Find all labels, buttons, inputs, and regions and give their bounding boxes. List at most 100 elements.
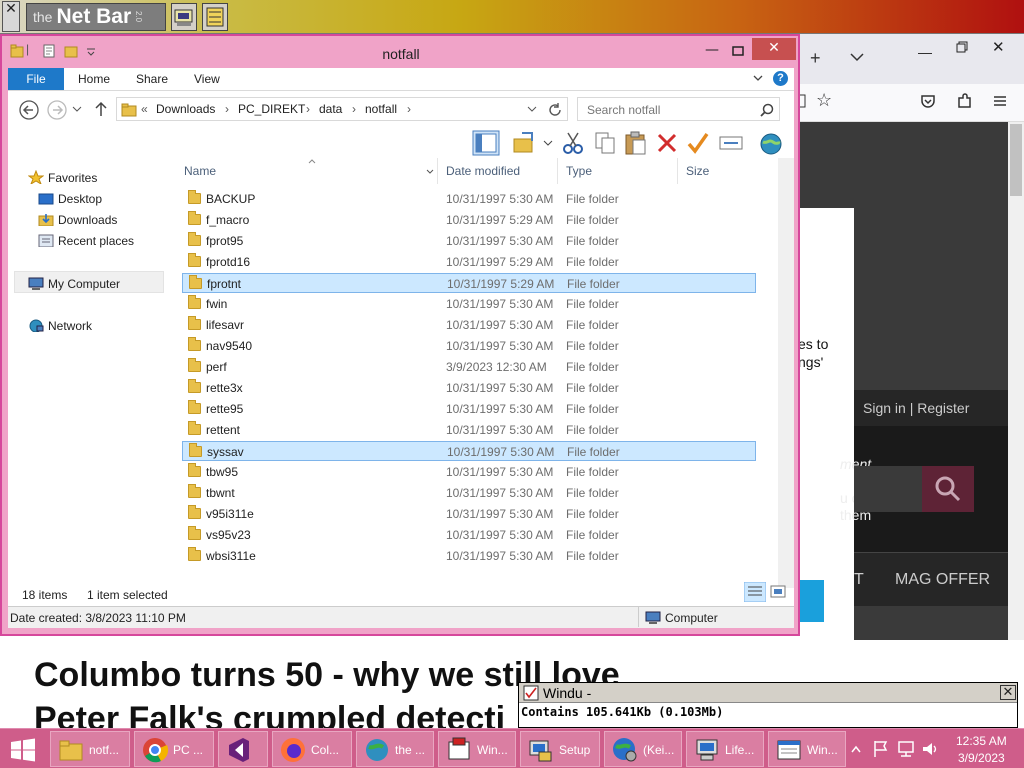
file-row[interactable]: rette95 10/31/1997 5:30 AM File folder [182, 399, 756, 419]
tab-view[interactable]: View [194, 68, 220, 90]
delete-icon[interactable] [656, 132, 678, 154]
chevron-down-icon[interactable] [850, 52, 864, 62]
properties-icon[interactable] [42, 44, 56, 58]
address-bar[interactable]: « Downloads › PC_DIREKT › data › notfall… [116, 97, 568, 121]
start-button[interactable] [6, 735, 40, 763]
menu-icon[interactable] [992, 93, 1008, 109]
windu-titlebar[interactable]: Windu - ✕ [519, 683, 1017, 703]
copy-icon[interactable] [594, 131, 616, 155]
tab-share[interactable]: Share [136, 68, 168, 90]
up-arrow-icon[interactable] [94, 101, 108, 117]
breadcrumb-pc-direkt[interactable]: PC_DIREKT [238, 102, 305, 116]
column-type[interactable]: Type [558, 158, 678, 184]
browser-scrollbar-thumb[interactable] [1010, 124, 1022, 196]
file-row[interactable]: syssav 10/31/1997 5:30 AM File folder [182, 441, 756, 461]
netbar-app-button-1[interactable] [171, 3, 197, 31]
windu-close-button[interactable]: ✕ [1000, 685, 1016, 700]
back-icon[interactable] [18, 99, 40, 121]
breadcrumb-data[interactable]: data [319, 102, 342, 116]
file-row[interactable]: fwin 10/31/1997 5:30 AM File folder [182, 294, 756, 314]
search-icon[interactable] [760, 103, 774, 117]
column-date-modified[interactable]: Date modified [438, 158, 558, 184]
recent-locations-icon[interactable] [72, 106, 82, 114]
breadcrumb-overflow[interactable]: « [141, 102, 148, 116]
search-input[interactable]: Search notfall [587, 103, 660, 117]
netbar-app-button-2[interactable] [202, 3, 228, 31]
move-dropdown-icon[interactable] [543, 140, 553, 146]
file-row[interactable]: lifesavr 10/31/1997 5:30 AM File folder [182, 315, 756, 335]
file-row[interactable]: rette3x 10/31/1997 5:30 AM File folder [182, 378, 756, 398]
new-tab-icon[interactable]: + [810, 48, 821, 69]
checkmark-icon[interactable] [686, 131, 710, 155]
browser-minimize-icon[interactable]: — [918, 44, 932, 60]
file-row[interactable]: fprot95 10/31/1997 5:30 AM File folder [182, 231, 756, 251]
browser-scrollbar[interactable] [1008, 122, 1024, 682]
qat-dropdown-icon[interactable] [86, 48, 96, 56]
refresh-icon[interactable] [547, 102, 563, 118]
file-row[interactable]: rettent 10/31/1997 5:30 AM File folder [182, 420, 756, 440]
maximize-icon[interactable] [732, 46, 744, 56]
taskbar-button[interactable]: PC ... [134, 731, 214, 767]
cut-icon[interactable] [562, 131, 584, 155]
file-row[interactable]: nav9540 10/31/1997 5:30 AM File folder [182, 336, 756, 356]
action-center-flag-icon[interactable] [873, 740, 889, 758]
ribbon-expand-icon[interactable] [753, 75, 763, 83]
taskbar-button[interactable]: Life... [686, 731, 764, 767]
rename-icon[interactable] [718, 132, 744, 154]
minimize-button[interactable]: — [698, 40, 726, 62]
pocket-icon[interactable] [920, 93, 936, 109]
paste-icon[interactable] [624, 131, 648, 155]
column-size[interactable]: Size [678, 158, 762, 184]
nav-link-mag-offer[interactable]: MAG OFFER [895, 571, 990, 589]
clock-date[interactable]: 3/9/2023 [958, 751, 1005, 765]
file-row[interactable]: fprotnt 10/31/1997 5:29 AM File folder [182, 273, 756, 293]
network-tray-icon[interactable] [897, 740, 915, 758]
tab-file[interactable]: File [8, 68, 64, 90]
file-row[interactable]: vs95v23 10/31/1997 5:30 AM File folder [182, 525, 756, 545]
move-to-icon[interactable] [512, 131, 536, 155]
search-box[interactable]: Search notfall [577, 97, 780, 121]
globe-icon[interactable] [758, 130, 784, 156]
bookmark-star-icon[interactable]: ☆ [816, 90, 832, 111]
taskbar-button[interactable]: notf... [50, 731, 130, 767]
netbar-close-button[interactable]: ✕ [2, 1, 20, 32]
breadcrumb-downloads[interactable]: Downloads [156, 102, 215, 116]
extensions-icon[interactable] [956, 93, 972, 109]
file-row[interactable]: v95i311e 10/31/1997 5:30 AM File folder [182, 504, 756, 524]
file-list-scrollbar[interactable] [778, 158, 794, 588]
details-view-icon[interactable] [744, 582, 766, 602]
file-row[interactable]: perf 3/9/2023 12:30 AM File folder [182, 357, 756, 377]
file-row[interactable]: fprotd16 10/31/1997 5:29 AM File folder [182, 252, 756, 272]
new-folder-icon[interactable] [64, 44, 78, 58]
file-row[interactable]: BACKUP 10/31/1997 5:30 AM File folder [182, 189, 756, 209]
tray-expand-icon[interactable] [851, 745, 861, 753]
file-row[interactable]: tbwnt 10/31/1997 5:30 AM File folder [182, 483, 756, 503]
forward-icon[interactable] [46, 99, 68, 121]
taskbar-button[interactable]: Setup [520, 731, 600, 767]
browser-close-icon[interactable]: ✕ [992, 38, 1005, 56]
file-row[interactable]: f_macro 10/31/1997 5:29 AM File folder [182, 210, 756, 230]
taskbar-button[interactable]: Win... [438, 731, 516, 767]
address-dropdown-icon[interactable] [527, 106, 537, 114]
site-search-button[interactable] [922, 466, 974, 512]
explorer-titlebar[interactable]: notfall | — [4, 38, 798, 68]
breadcrumb-notfall[interactable]: notfall [365, 102, 397, 116]
close-button[interactable]: ✕ [752, 38, 796, 60]
taskbar-button[interactable]: Win... [768, 731, 846, 767]
netbar-logo[interactable]: the Net Bar 2.0 [26, 3, 166, 31]
nav-link-fragment[interactable]: T [854, 571, 864, 589]
help-icon[interactable]: ? [773, 71, 788, 86]
file-row[interactable]: tbw95 10/31/1997 5:30 AM File folder [182, 462, 756, 482]
file-row[interactable]: wbsi311e 10/31/1997 5:30 AM File folder [182, 546, 756, 566]
browser-restore-icon[interactable] [956, 41, 968, 53]
taskbar-button[interactable]: the ... [356, 731, 434, 767]
taskbar-button[interactable]: (Kei... [604, 731, 682, 767]
page-button-fragment[interactable] [798, 580, 824, 622]
taskbar-button[interactable]: Col... [272, 731, 352, 767]
preview-pane-icon[interactable] [472, 130, 500, 156]
volume-icon[interactable] [921, 740, 939, 758]
sign-in-register-link[interactable]: Sign in | Register [863, 400, 969, 416]
large-icons-view-icon[interactable] [770, 584, 786, 600]
clock-time[interactable]: 12:35 AM [956, 734, 1007, 748]
site-search-input[interactable] [854, 466, 922, 512]
